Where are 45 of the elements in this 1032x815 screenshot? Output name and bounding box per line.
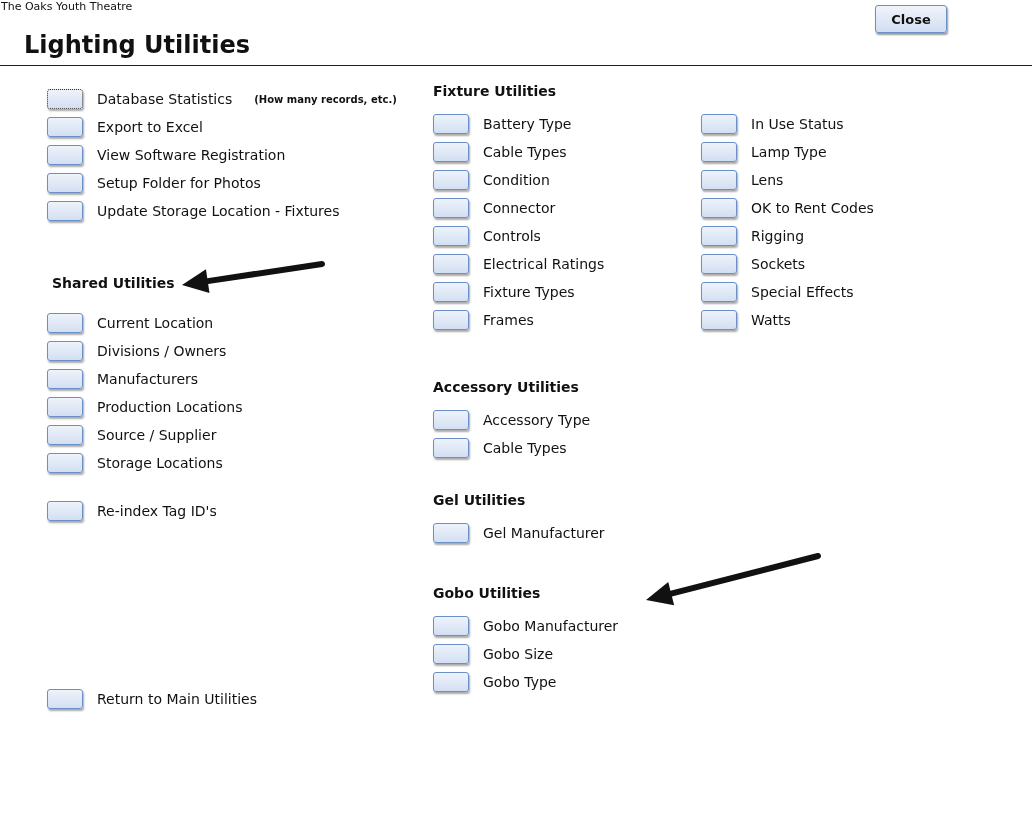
command-label: Database Statistics [97, 91, 233, 107]
section-heading: Shared Utilities [52, 274, 175, 293]
command-label: Cable Types [483, 144, 567, 160]
command-label: Sockets [751, 256, 806, 272]
command-label: Re-index Tag ID's [97, 503, 217, 519]
command-label: Current Location [97, 315, 214, 331]
command-label: View Software Registration [97, 147, 286, 163]
command-label: Gobo Type [483, 674, 557, 690]
command-label: Special Effects [751, 284, 854, 300]
command-label: Connector [483, 200, 556, 216]
command-label: Watts [751, 312, 791, 328]
section-heading: Gobo Utilities [433, 584, 541, 603]
command-label: Cable Types [483, 440, 567, 456]
command-label: Controls [483, 228, 541, 244]
command-label: Production Locations [97, 399, 243, 415]
close-button[interactable]: Close [875, 5, 947, 33]
command-label: Lamp Type [751, 144, 827, 160]
command-label: Export to Excel [97, 119, 203, 135]
command-label: Battery Type [483, 116, 572, 132]
command-label: Frames [483, 312, 534, 328]
command-label: Gobo Manufacturer [483, 618, 619, 634]
command-button[interactable] [47, 89, 83, 109]
command-label: OK to Rent Codes [751, 200, 874, 216]
command-label: Gobo Size [483, 646, 554, 662]
command-label: Setup Folder for Photos [97, 175, 261, 191]
command-label: Gel Manufacturer [483, 525, 605, 541]
command-label: Rigging [751, 228, 805, 244]
command-label: Accessory Type [483, 412, 591, 428]
app-name: The Oaks Youth Theatre [1, 0, 133, 13]
command-label: Storage Locations [97, 455, 223, 471]
command-label: Electrical Ratings [483, 256, 605, 272]
command-label: In Use Status [751, 116, 844, 132]
command-label: Condition [483, 172, 550, 188]
command-label: Source / Supplier [97, 427, 217, 443]
command-label: Divisions / Owners [97, 343, 227, 359]
section-heading: Fixture Utilities [433, 82, 557, 101]
command-label: Return to Main Utilities [97, 691, 257, 707]
command-label: Manufacturers [97, 371, 199, 387]
command-label: Lens [751, 172, 784, 188]
section-heading: Accessory Utilities [433, 378, 579, 397]
command-label: Update Storage Location - Fixtures [97, 203, 340, 219]
page-title: Lighting Utilities [24, 31, 250, 59]
section-heading: Gel Utilities [433, 491, 526, 510]
command-note: (How many records, etc.) [254, 93, 397, 105]
command-label: Fixture Types [483, 284, 575, 300]
